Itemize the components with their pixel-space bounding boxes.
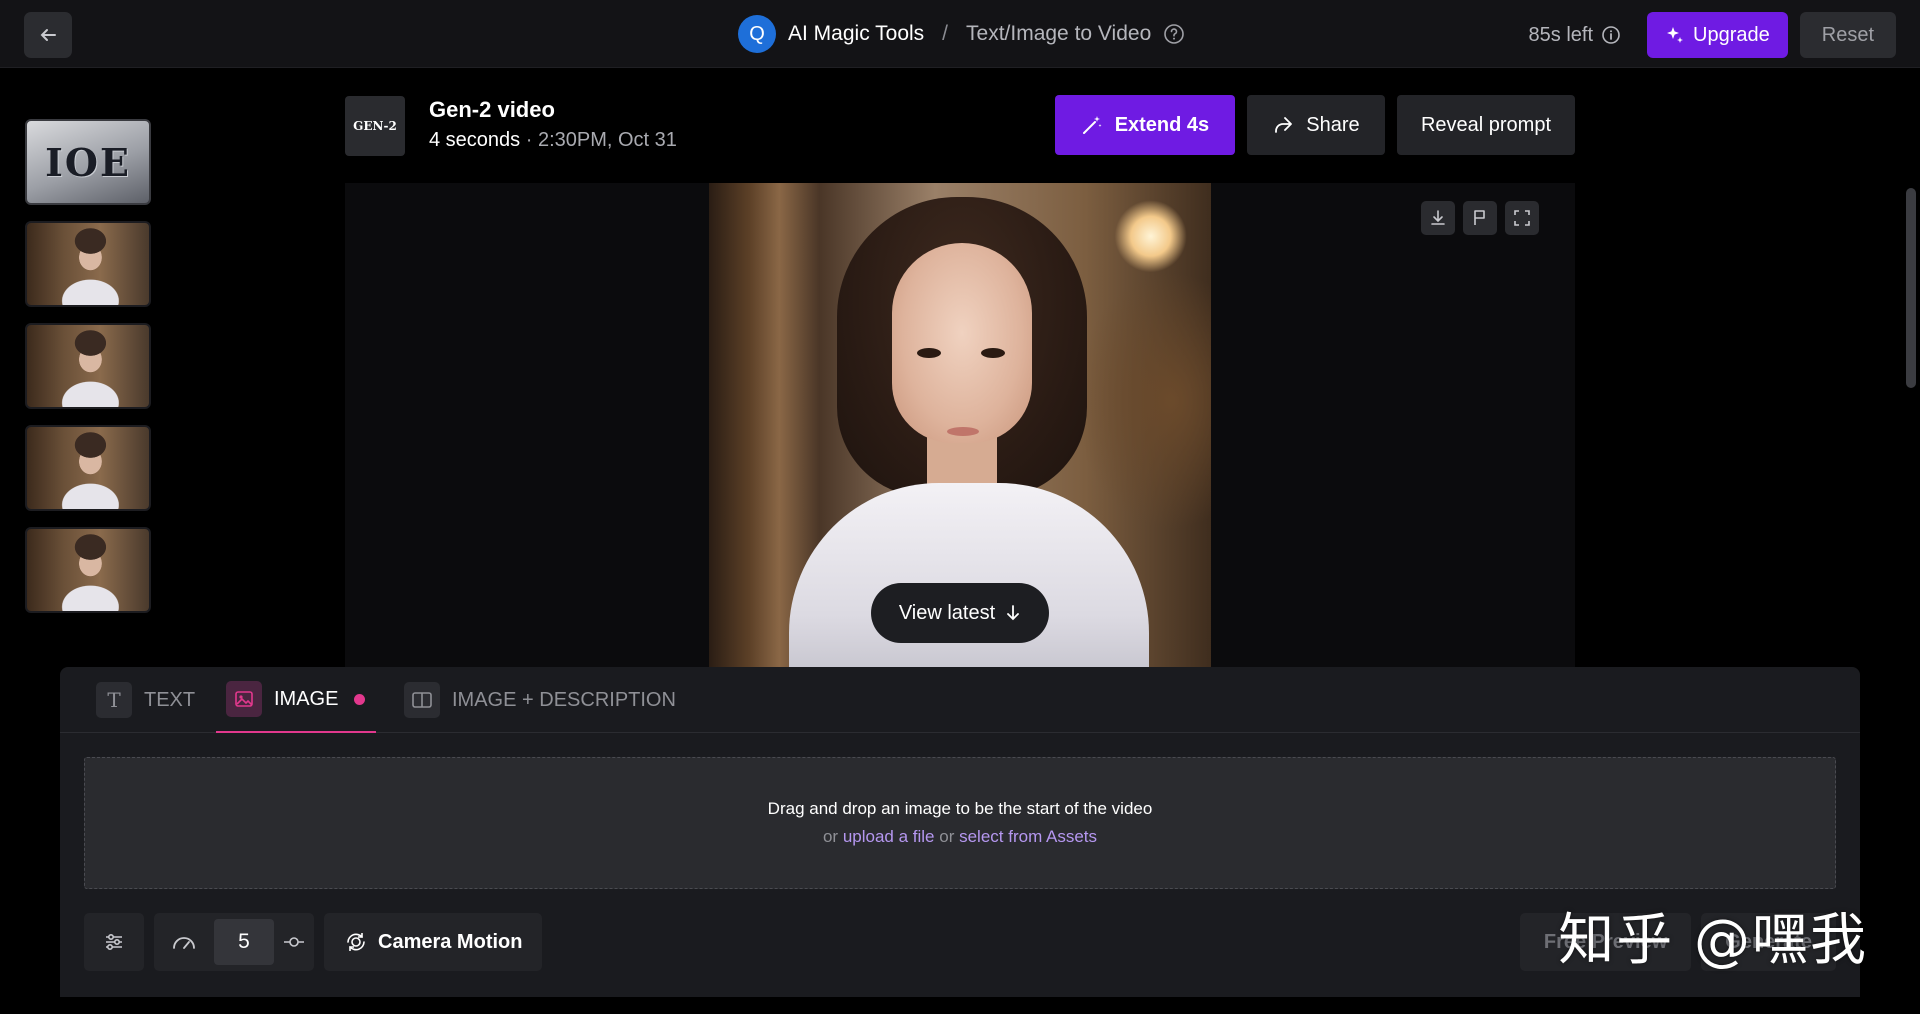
upgrade-label: Upgrade [1693, 23, 1770, 46]
generation-controls: 5 Camera Motion [84, 913, 543, 971]
share-label: Share [1306, 113, 1360, 136]
settings-button[interactable] [84, 913, 144, 971]
info-icon[interactable] [1601, 25, 1621, 45]
portrait-lips [947, 427, 979, 436]
credits-remaining: 85s left [1529, 24, 1621, 47]
split-panel-icon [404, 682, 440, 718]
credits-text: 85s left [1528, 23, 1594, 46]
image-icon [226, 681, 262, 717]
active-dot [354, 693, 366, 705]
download-button[interactable] [1421, 201, 1455, 235]
tab-image-label: IMAGE [274, 687, 339, 710]
motion-speed-value[interactable]: 5 [214, 919, 274, 965]
motion-speed-control[interactable]: 5 [154, 913, 314, 971]
sparkle-icon [1667, 27, 1684, 43]
breadcrumb-separator: / [942, 22, 949, 45]
mode-tabs: T TEXT IMAGE IMAGE + DESCRIPTION [60, 667, 1860, 733]
history-thumbnail[interactable] [25, 323, 151, 409]
media-header: GEN-2 Gen-2 video 4 seconds · 2:30PM, Oc… [345, 95, 1575, 157]
history-thumbnail[interactable]: IOE [25, 119, 151, 205]
breadcrumb-tools-link[interactable]: AI Magic Tools [788, 22, 924, 46]
tab-image-description-label: IMAGE + DESCRIPTION [452, 688, 676, 711]
camera-motion-label: Camera Motion [378, 930, 523, 953]
tab-image-description[interactable]: IMAGE + DESCRIPTION [394, 667, 686, 733]
camera-motion-button[interactable]: Camera Motion [324, 913, 543, 971]
dropzone-options: or upload a file or select from Assets [823, 827, 1097, 847]
dropzone-or: or [822, 827, 839, 846]
reset-button[interactable]: Reset [1799, 12, 1896, 58]
history-thumbnail[interactable] [25, 425, 151, 511]
media-title: Gen-2 video [429, 97, 555, 122]
back-button[interactable] [24, 12, 72, 58]
model-logo: GEN-2 [345, 96, 405, 156]
magic-wand-icon [1082, 116, 1102, 134]
history-thumbnail[interactable] [25, 527, 151, 613]
scrollbar-thumb[interactable] [1906, 188, 1916, 388]
generation-history: IOE [25, 119, 151, 629]
flag-icon [1474, 210, 1485, 225]
reveal-prompt-button[interactable]: Reveal prompt [1396, 95, 1575, 155]
tab-image[interactable]: IMAGE [216, 667, 376, 733]
media-duration: 4 seconds [429, 129, 521, 151]
breadcrumb: Q AI Magic Tools / Text/Image to Video [738, 15, 1185, 53]
gauge-icon [173, 937, 195, 949]
upload-file-link[interactable]: upload a file [843, 827, 935, 846]
extend-label: Extend 4s [1114, 113, 1210, 136]
dropzone-instructions: Drag and drop an image to be the start o… [767, 799, 1153, 818]
upgrade-button[interactable]: Upgrade [1647, 12, 1788, 58]
top-bar: Q AI Magic Tools / Text/Image to Video 8… [0, 0, 1920, 68]
media-timestamp: · 2:30PM, Oct 31 [525, 129, 677, 151]
breadcrumb-current-page: Text/Image to Video [966, 22, 1152, 45]
extend-button[interactable]: Extend 4s [1054, 95, 1235, 155]
share-button[interactable]: Share [1246, 95, 1385, 155]
portrait-eye [981, 348, 1005, 358]
view-latest-label: View latest [898, 601, 996, 624]
select-assets-link[interactable]: select from Assets [959, 827, 1097, 846]
sliders-icon [106, 933, 122, 951]
tab-text-label: TEXT [144, 688, 196, 711]
report-button[interactable] [1463, 201, 1497, 235]
dropzone-or: or [939, 827, 955, 846]
commit-slider-icon[interactable] [282, 933, 306, 951]
arrow-left-icon [40, 29, 56, 41]
video-controls [1421, 201, 1539, 235]
help-circle-icon[interactable] [1163, 23, 1185, 45]
top-right-group: 85s left Upgrade Reset [1529, 12, 1896, 58]
view-latest-button[interactable]: View latest [871, 583, 1049, 643]
history-thumbnail[interactable] [25, 221, 151, 307]
media-actions: Extend 4s Share Reveal prompt [1054, 95, 1575, 155]
arrow-down-icon [1007, 605, 1020, 621]
workspace-avatar[interactable]: Q [738, 15, 776, 53]
text-t-icon: T [96, 682, 132, 718]
thumbnail-text: IOE [45, 139, 131, 185]
portrait-face [892, 243, 1032, 443]
expand-icon [1514, 210, 1530, 226]
portrait-eye [917, 348, 941, 358]
download-icon [1431, 210, 1445, 225]
share-arrow-icon [1275, 117, 1293, 133]
tab-text[interactable]: T TEXT [86, 667, 205, 733]
camera-orbit-icon [347, 933, 365, 951]
fullscreen-button[interactable] [1505, 201, 1539, 235]
image-dropzone[interactable]: Drag and drop an image to be the start o… [84, 757, 1836, 889]
watermark: 知乎 @嘿我 [1558, 908, 1868, 973]
media-meta: 4 seconds · 2:30PM, Oct 31 [429, 129, 677, 152]
